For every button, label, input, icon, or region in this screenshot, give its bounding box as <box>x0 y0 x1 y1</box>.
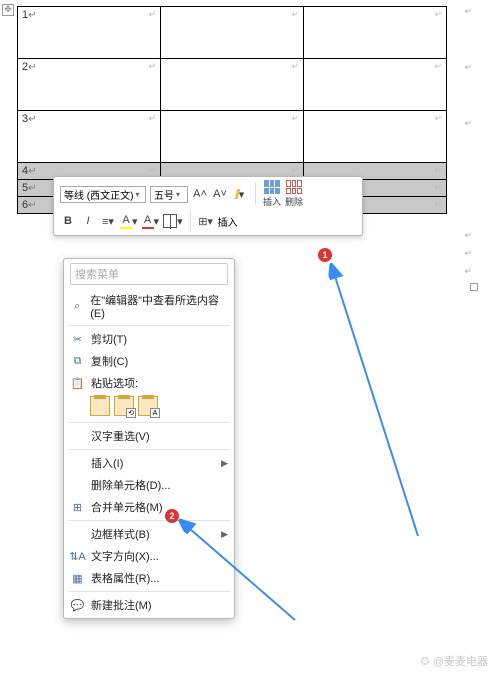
annotation-arrow <box>0 0 500 675</box>
annotation-badge-2: 2 <box>165 509 179 523</box>
annotation-badge-1: 1 <box>318 248 332 262</box>
